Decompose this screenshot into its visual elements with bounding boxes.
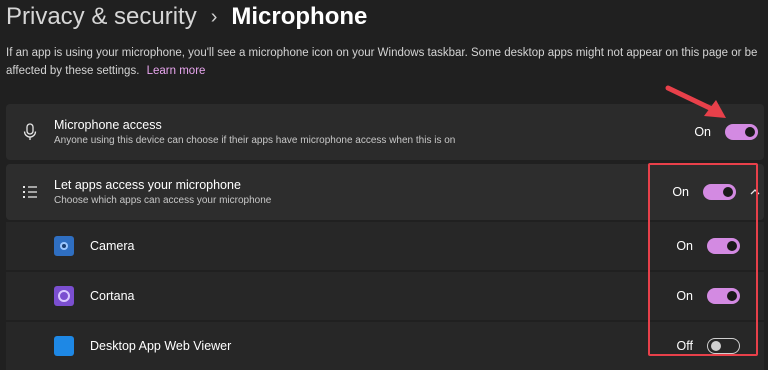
page-title: Microphone bbox=[231, 3, 368, 30]
web-viewer-app-icon bbox=[54, 336, 74, 356]
microphone-access-state: On bbox=[694, 125, 711, 139]
annotation-highlight-box bbox=[648, 163, 758, 356]
microphone-icon bbox=[6, 123, 54, 141]
microphone-access-text: Microphone access Anyone using this devi… bbox=[54, 118, 694, 146]
microphone-access-toggle-group: On bbox=[694, 124, 758, 140]
microphone-access-subtitle: Anyone using this device can choose if t… bbox=[54, 135, 456, 146]
camera-app-icon bbox=[54, 236, 74, 256]
list-icon bbox=[6, 184, 54, 200]
page-description: If an app is using your microphone, you'… bbox=[6, 44, 764, 80]
breadcrumb-privacy-security[interactable]: Privacy & security bbox=[6, 3, 197, 31]
let-apps-access-subtitle: Choose which apps can access your microp… bbox=[54, 195, 272, 206]
app-name-desktop-app-web-viewer: Desktop App Web Viewer bbox=[90, 339, 232, 353]
app-name-camera: Camera bbox=[90, 239, 135, 253]
annotation-arrow-icon bbox=[665, 85, 726, 118]
let-apps-access-title: Let apps access your microphone bbox=[54, 178, 241, 192]
breadcrumb-separator: › bbox=[210, 5, 218, 28]
toggle-knob bbox=[745, 127, 755, 137]
app-name-cortana: Cortana bbox=[90, 289, 135, 303]
microphone-access-title: Microphone access bbox=[54, 118, 162, 132]
let-apps-access-text: Let apps access your microphone Choose w… bbox=[54, 178, 672, 206]
breadcrumb: Privacy & security › Microphone bbox=[6, 0, 367, 34]
microphone-access-toggle[interactable] bbox=[725, 124, 758, 140]
learn-more-link[interactable]: Learn more bbox=[147, 65, 206, 77]
microphone-access-row: Microphone access Anyone using this devi… bbox=[6, 104, 764, 160]
description-text: If an app is using your microphone, you'… bbox=[6, 47, 758, 77]
cortana-app-icon bbox=[54, 286, 74, 306]
